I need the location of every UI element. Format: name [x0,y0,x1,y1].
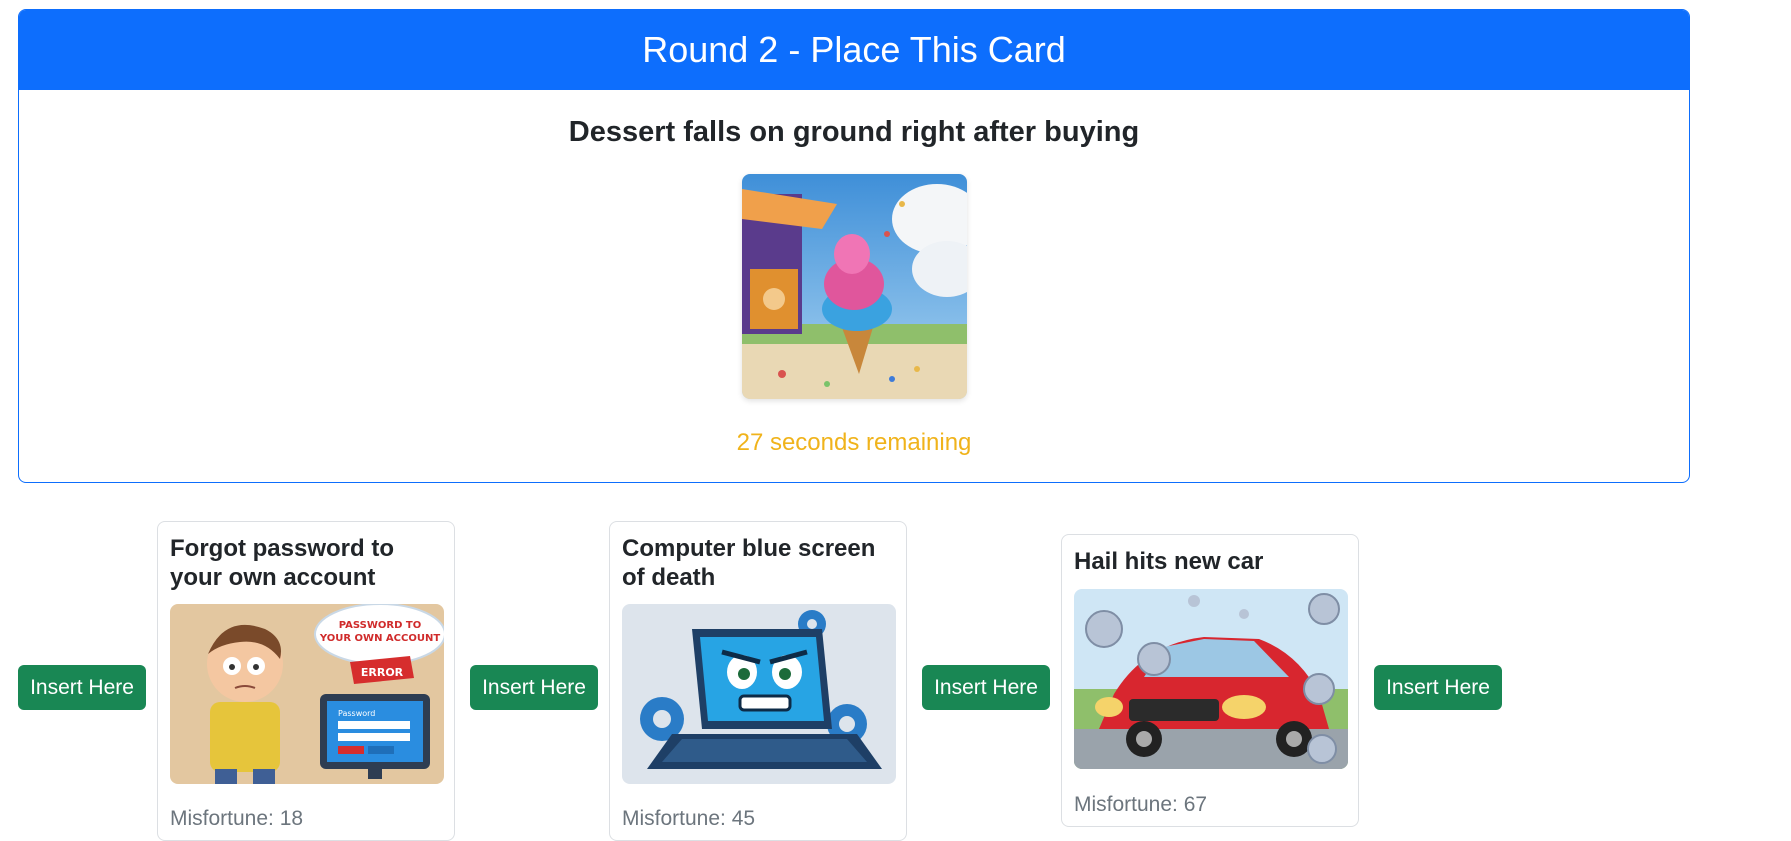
round-card: Round 2 - Place This Card Dessert falls … [18,9,1690,483]
svg-text:ERROR: ERROR [361,666,404,679]
timer-text: 27 seconds remaining [736,429,972,456]
insert-here-button-1[interactable]: Insert Here [18,665,146,710]
timeline-card-1: Forgot password to your own account PASS… [157,521,455,841]
timeline-card-image [622,604,896,784]
timeline-card-misfortune: Misfortune: 67 [1074,793,1208,816]
timeline-card-misfortune: Misfortune: 18 [170,807,304,830]
timeline-card-title: Computer blue screen of death [622,535,876,591]
round-body: Dessert falls on ground right after buyi… [19,90,1689,482]
svg-text:YOUR OWN ACCOUNT: YOUR OWN ACCOUNT [319,633,440,644]
timeline-card-title: Forgot password to your own account [170,535,394,591]
round-header: Round 2 - Place This Card [19,10,1689,90]
timeline-card-title: Hail hits new car [1074,548,1264,575]
current-card-image [742,174,967,399]
timeline-card-image [1074,589,1348,769]
insert-here-button-3[interactable]: Insert Here [922,665,1050,710]
timeline-card-2: Computer blue screen of death Misfortune… [609,521,907,841]
current-card-title: Dessert falls on ground right after buyi… [568,116,1140,148]
timeline-card-misfortune: Misfortune: 45 [622,807,756,830]
timeline-card-image: PASSWORD TO YOUR OWN ACCOUNT ERROR Passw… [170,604,444,784]
insert-here-button-4[interactable]: Insert Here [1374,665,1502,710]
svg-text:PASSWORD TO: PASSWORD TO [339,620,421,631]
timeline-card-3: Hail hits new car Misfortune: 67 [1061,534,1359,827]
svg-text:Password: Password [338,709,375,718]
insert-here-button-2[interactable]: Insert Here [470,665,598,710]
